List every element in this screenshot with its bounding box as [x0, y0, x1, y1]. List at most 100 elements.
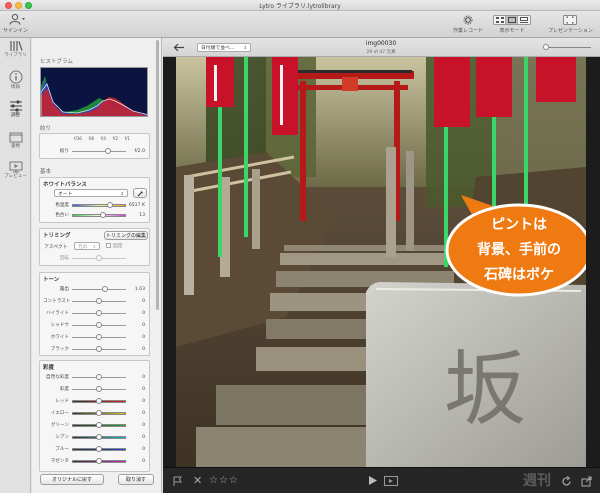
slider-value: 0 [142, 310, 145, 316]
presentation-button[interactable]: プレゼンテーション [548, 15, 593, 34]
undo-button[interactable]: 取り消す [118, 474, 154, 485]
slider-row: コントラスト 0 [43, 297, 146, 305]
folder-icon [9, 132, 22, 143]
rail-item-library[interactable]: ライブラリ [0, 40, 31, 58]
slider-track[interactable] [72, 373, 126, 380]
slideshow-icon[interactable] [384, 476, 398, 486]
rotate-icon[interactable] [561, 476, 572, 487]
rail-item-info[interactable]: 情報 [0, 70, 31, 90]
rotate-knob[interactable] [96, 254, 102, 261]
lock-checkbox[interactable]: 固定 [106, 242, 123, 249]
panel-scroll-thumb[interactable] [156, 40, 159, 310]
sort-select[interactable]: 日付順で並べ… ⇕ [197, 43, 251, 52]
slider-track[interactable] [72, 397, 126, 404]
slider-row: ブルー 0 [43, 445, 146, 453]
slider-knob[interactable] [96, 309, 102, 316]
edit-trimming-button[interactable]: トリミングの編集 [104, 231, 148, 240]
share-icon[interactable] [581, 476, 592, 487]
aperture-slider-knob[interactable] [104, 147, 111, 154]
eyedropper-button[interactable] [133, 188, 147, 198]
chevron-updown-icon: ⇕ [92, 243, 96, 249]
checkbox-box[interactable] [106, 243, 111, 248]
tone-box: トーン 露出 1.03 コントラスト 0 ハイライト 0 シャドウ 0 ホワイト 0 ブラック 0 [39, 272, 150, 356]
slider-track[interactable] [72, 421, 126, 428]
wb-temperature-knob[interactable] [107, 201, 114, 208]
grid-view-icon[interactable] [494, 16, 506, 24]
aperture-scale-tick: f/8 [88, 136, 94, 141]
annotation-line-2: 背景、手前の [477, 241, 561, 258]
signin-label: サインイン [3, 28, 29, 34]
sort-value: 日付順で並べ… [201, 46, 235, 51]
wb-tint-slider[interactable] [72, 211, 126, 218]
white-balance-preset-value: オート [58, 191, 73, 197]
slider-label: ホワイト [50, 335, 69, 340]
chevron-updown-icon: ⇕ [120, 190, 124, 196]
aperture-scale-tick: f/1 [124, 136, 130, 141]
viewer-header: 日付順で並べ… ⇕ img00030 29 of 47 写真 [163, 38, 600, 57]
single-view-icon[interactable] [506, 16, 518, 24]
star-rating[interactable]: ☆☆☆ [209, 475, 239, 486]
slider-label: イエロー [50, 411, 69, 416]
slider-value: 0 [142, 346, 145, 352]
slider-value: 0 [142, 458, 145, 464]
reject-icon[interactable]: ✕ [193, 474, 202, 487]
slider-track[interactable] [72, 345, 126, 352]
slider-label: ブルー [55, 447, 69, 452]
zoom-slider-knob[interactable] [543, 44, 549, 50]
flag-icon[interactable] [173, 476, 183, 487]
slider-row: 露出 1.03 [43, 285, 146, 293]
slider-knob[interactable] [96, 445, 102, 452]
slider-track[interactable] [72, 385, 126, 392]
wb-temperature-slider[interactable] [72, 201, 126, 208]
zoom-slider[interactable] [543, 44, 591, 50]
slider-track[interactable] [72, 321, 126, 328]
slider-track[interactable] [72, 285, 126, 292]
aperture-slider[interactable] [72, 147, 126, 154]
white-balance-preset-select[interactable]: オート ⇕ [54, 189, 128, 197]
gear-icon [463, 15, 473, 25]
slider-track[interactable] [72, 409, 126, 416]
slider-knob[interactable] [96, 385, 102, 392]
back-arrow-icon[interactable] [173, 43, 185, 52]
rail-item-adjust[interactable]: 調整 [0, 100, 31, 118]
fullscreen-icon [563, 15, 578, 25]
slider-knob[interactable] [96, 397, 102, 404]
aspect-select[interactable]: 元の ⇕ [74, 242, 100, 250]
slider-knob[interactable] [96, 433, 102, 440]
rail-item-preview[interactable]: プレビュー [0, 161, 31, 179]
slider-knob[interactable] [96, 297, 102, 304]
slider-knob[interactable] [96, 333, 102, 340]
photo-image[interactable]: 坂 ピントは 背景、手前の 石碑はボケ [176, 57, 586, 467]
slider-track[interactable] [72, 445, 126, 452]
slider-track[interactable] [72, 309, 126, 316]
filmstrip-view-icon[interactable] [518, 16, 530, 24]
signin-button[interactable]: サインイン [3, 13, 28, 34]
display-mode-control[interactable]: 表示モード [493, 15, 531, 34]
slider-knob[interactable] [96, 345, 102, 352]
aperture-scale-tick: f/4 [100, 136, 106, 141]
panel-scrollbar[interactable] [155, 40, 160, 450]
wb-tint-knob[interactable] [100, 211, 107, 218]
slider-track[interactable] [72, 297, 126, 304]
slider-knob[interactable] [96, 457, 102, 464]
slider-knob[interactable] [96, 373, 102, 380]
record-button[interactable]: 作業レコード [453, 15, 483, 34]
play-icon[interactable] [368, 475, 378, 486]
slider-row: ブラック 0 [43, 345, 146, 353]
title-bar: Lytro ライブラリ.lytrolibrary [0, 0, 600, 11]
revert-to-original-button[interactable]: オリジナルに戻す [40, 474, 104, 485]
rail-label: 書類 [11, 144, 20, 149]
slider-knob[interactable] [102, 285, 109, 292]
slider-knob[interactable] [96, 421, 102, 428]
aperture-value: f/2.0 [134, 148, 145, 154]
rail-item-folder[interactable]: 書類 [0, 131, 31, 149]
rotate-slider[interactable] [72, 254, 126, 261]
slider-knob[interactable] [96, 409, 102, 416]
preview-icon [9, 161, 22, 173]
slider-row: 自然な彩度 0 [43, 373, 146, 381]
slider-knob[interactable] [96, 321, 102, 328]
slider-row: ホワイト 0 [43, 333, 146, 341]
slider-track[interactable] [72, 333, 126, 340]
slider-track[interactable] [72, 457, 126, 464]
slider-track[interactable] [72, 433, 126, 440]
